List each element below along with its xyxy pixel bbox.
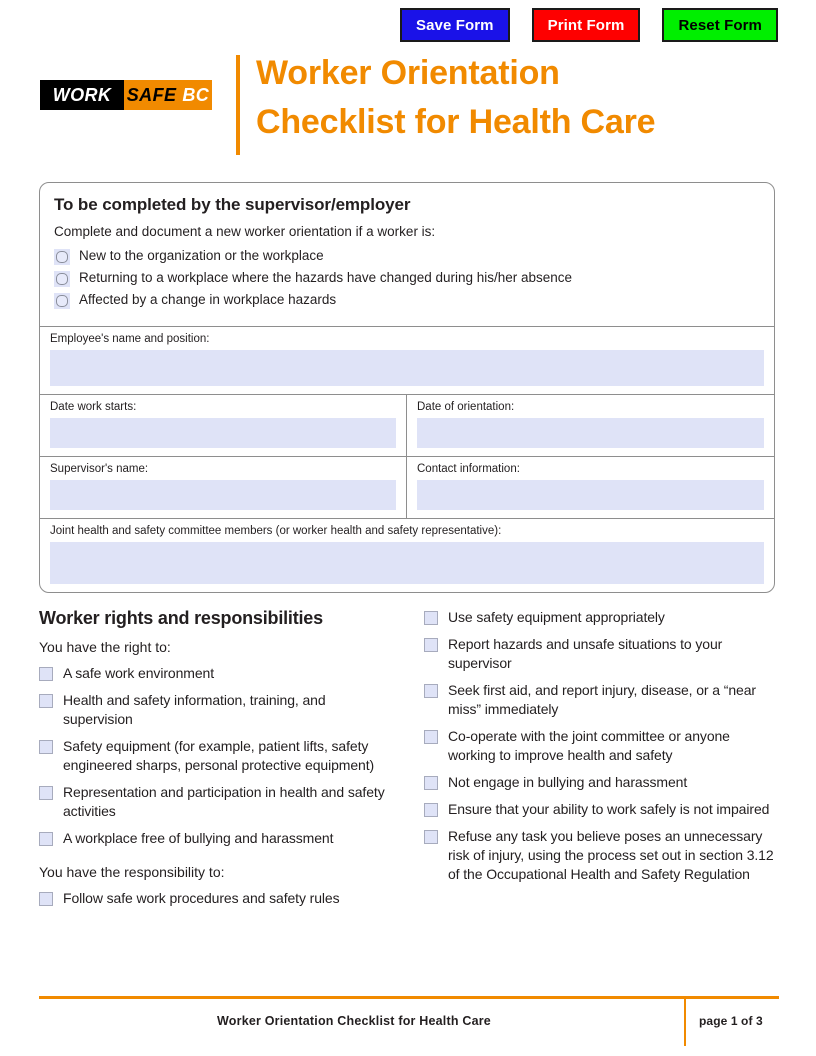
dates-row: Date work starts: Date of orientation: — [40, 395, 774, 456]
responsibility-label-3: Seek first aid, and report injury, disea… — [448, 682, 756, 717]
checkbox-icon[interactable] — [39, 740, 53, 754]
form-action-bar: Save Form Print Form Reset Form — [400, 8, 780, 42]
employee-name-label: Employee's name and position: — [50, 333, 210, 345]
checkbox-icon[interactable] — [424, 830, 438, 844]
rights-column-left: Worker rights and responsibilities You h… — [39, 608, 394, 916]
rights-responsibilities-section: Worker rights and responsibilities You h… — [39, 608, 779, 916]
logo-safe-text: SAFE — [126, 84, 177, 105]
responsibility-label-left-1: Follow safe work procedures and safety r… — [63, 890, 340, 906]
footer-vertical-divider — [684, 999, 686, 1046]
footer-accent-rule — [39, 996, 779, 999]
page-title-line1: Worker Orientation — [256, 54, 560, 92]
responsibility-subheading: You have the responsibility to: — [39, 864, 225, 880]
responsibility-label-4: Co-operate with the joint committee or a… — [448, 728, 730, 763]
checkbox-icon[interactable] — [424, 803, 438, 817]
list-item[interactable]: Ensure that your ability to work safely … — [424, 800, 779, 819]
supervisor-name-input[interactable] — [50, 480, 396, 510]
print-form-button[interactable]: Print Form — [531, 8, 641, 42]
list-item[interactable]: Safety equipment (for example, patient l… — [39, 737, 394, 775]
rights-heading: Worker rights and responsibilities — [39, 608, 323, 628]
checkbox-icon[interactable] — [424, 638, 438, 652]
employee-name-input[interactable] — [50, 350, 764, 386]
checkbox-icon[interactable] — [424, 776, 438, 790]
date-work-starts-input[interactable] — [50, 418, 396, 448]
list-item[interactable]: Representation and participation in heal… — [39, 783, 394, 821]
list-item[interactable]: Follow safe work procedures and safety r… — [39, 889, 394, 908]
reset-form-button[interactable]: Reset Form — [662, 8, 778, 42]
footer-page-number: page 1 of 3 — [699, 1014, 763, 1028]
list-item[interactable]: Use safety equipment appropriately — [424, 608, 779, 627]
checkbox-icon[interactable] — [39, 694, 53, 708]
list-item[interactable]: Refuse any task you believe poses an unn… — [424, 827, 779, 884]
responsibility-label-5: Not engage in bullying and harassment — [448, 774, 688, 790]
list-item[interactable]: A workplace free of bullying and harassm… — [39, 829, 394, 848]
rights-column-right: Use safety equipment appropriately Repor… — [424, 608, 779, 916]
right-label-5: A workplace free of bullying and harassm… — [63, 830, 334, 846]
contact-information-label: Contact information: — [417, 463, 520, 475]
logo-safebc-block: SAFE BC — [124, 80, 212, 110]
logo-bc-text: BC — [182, 84, 210, 105]
supervisor-name-cell: Supervisor's name: — [40, 457, 407, 518]
logo-work-text: WORK — [40, 80, 124, 110]
page-title: Worker Orientation Checklist for Health … — [256, 49, 816, 147]
page-footer: Worker Orientation Checklist for Health … — [39, 996, 779, 1046]
title-accent-rule — [236, 55, 240, 155]
date-of-orientation-input[interactable] — [417, 418, 764, 448]
list-item[interactable]: Seek first aid, and report injury, disea… — [424, 681, 779, 719]
checkbox-icon[interactable] — [424, 611, 438, 625]
worksafebc-logo: WORK SAFE BC — [40, 80, 212, 110]
responsibility-label-7: Refuse any task you believe poses an unn… — [448, 828, 774, 882]
responsibility-label-2: Report hazards and unsafe situations to … — [448, 636, 723, 671]
save-form-button[interactable]: Save Form — [400, 8, 510, 42]
page-title-line2: Checklist for Health Care — [256, 103, 656, 141]
checkbox-icon[interactable] — [39, 832, 53, 846]
condition-label-1: New to the organization or the workplace — [79, 248, 324, 263]
footer-title: Worker Orientation Checklist for Health … — [217, 1014, 491, 1028]
committee-members-input[interactable] — [50, 542, 764, 584]
list-item[interactable]: A safe work environment — [39, 664, 394, 683]
date-work-starts-cell: Date work starts: — [40, 395, 407, 456]
checkbox-icon[interactable] — [39, 667, 53, 681]
checkbox-icon[interactable] — [39, 892, 53, 906]
checkbox-icon[interactable] — [424, 730, 438, 744]
committee-members-label: Joint health and safety committee member… — [50, 525, 502, 537]
responsibility-label-6: Ensure that your ability to work safely … — [448, 801, 770, 817]
contact-information-input[interactable] — [417, 480, 764, 510]
committee-members-cell: Joint health and safety committee member… — [40, 519, 774, 592]
radio-button-returning-worker[interactable] — [54, 271, 70, 287]
checkbox-icon[interactable] — [424, 684, 438, 698]
checkbox-icon[interactable] — [39, 786, 53, 800]
right-label-4: Representation and participation in heal… — [63, 784, 385, 819]
employee-name-cell: Employee's name and position: — [40, 327, 774, 394]
condition-label-3: Affected by a change in workplace hazard… — [79, 292, 337, 307]
supervisor-section-heading: To be completed by the supervisor/employ… — [54, 195, 411, 214]
supervisor-section-subheading: Complete and document a new worker orien… — [54, 224, 436, 239]
right-label-2: Health and safety information, training,… — [63, 692, 326, 727]
condition-row-1[interactable]: New to the organization or the workplace — [54, 248, 760, 265]
list-item[interactable]: Not engage in bullying and harassment — [424, 773, 779, 792]
list-item[interactable]: Co-operate with the joint committee or a… — [424, 727, 779, 765]
date-work-starts-label: Date work starts: — [50, 401, 137, 413]
supervisor-form-box: To be completed by the supervisor/employ… — [39, 182, 775, 593]
condition-row-3[interactable]: Affected by a change in workplace hazard… — [54, 292, 760, 309]
radio-button-new-worker[interactable] — [54, 249, 70, 265]
responsibility-label-1: Use safety equipment appropriately — [448, 609, 665, 625]
condition-row-2[interactable]: Returning to a workplace where the hazar… — [54, 270, 760, 287]
supervisor-name-label: Supervisor's name: — [50, 463, 149, 475]
rights-subheading: You have the right to: — [39, 639, 171, 655]
right-label-3: Safety equipment (for example, patient l… — [63, 738, 375, 773]
supervisor-intro: To be completed by the supervisor/employ… — [40, 183, 774, 326]
supervisor-contact-row: Supervisor's name: Contact information: — [40, 457, 774, 518]
date-of-orientation-label: Date of orientation: — [417, 401, 515, 413]
radio-button-changed-hazards[interactable] — [54, 293, 70, 309]
contact-information-cell: Contact information: — [407, 457, 774, 518]
form-page: Save Form Print Form Reset Form WORK SAF… — [0, 0, 816, 1056]
list-item[interactable]: Health and safety information, training,… — [39, 691, 394, 729]
list-item[interactable]: Report hazards and unsafe situations to … — [424, 635, 779, 673]
date-of-orientation-cell: Date of orientation: — [407, 395, 774, 456]
condition-label-2: Returning to a workplace where the hazar… — [79, 270, 573, 285]
right-label-1: A safe work environment — [63, 665, 214, 681]
document-header: WORK SAFE BC Worker Orientation Checklis… — [40, 54, 780, 155]
